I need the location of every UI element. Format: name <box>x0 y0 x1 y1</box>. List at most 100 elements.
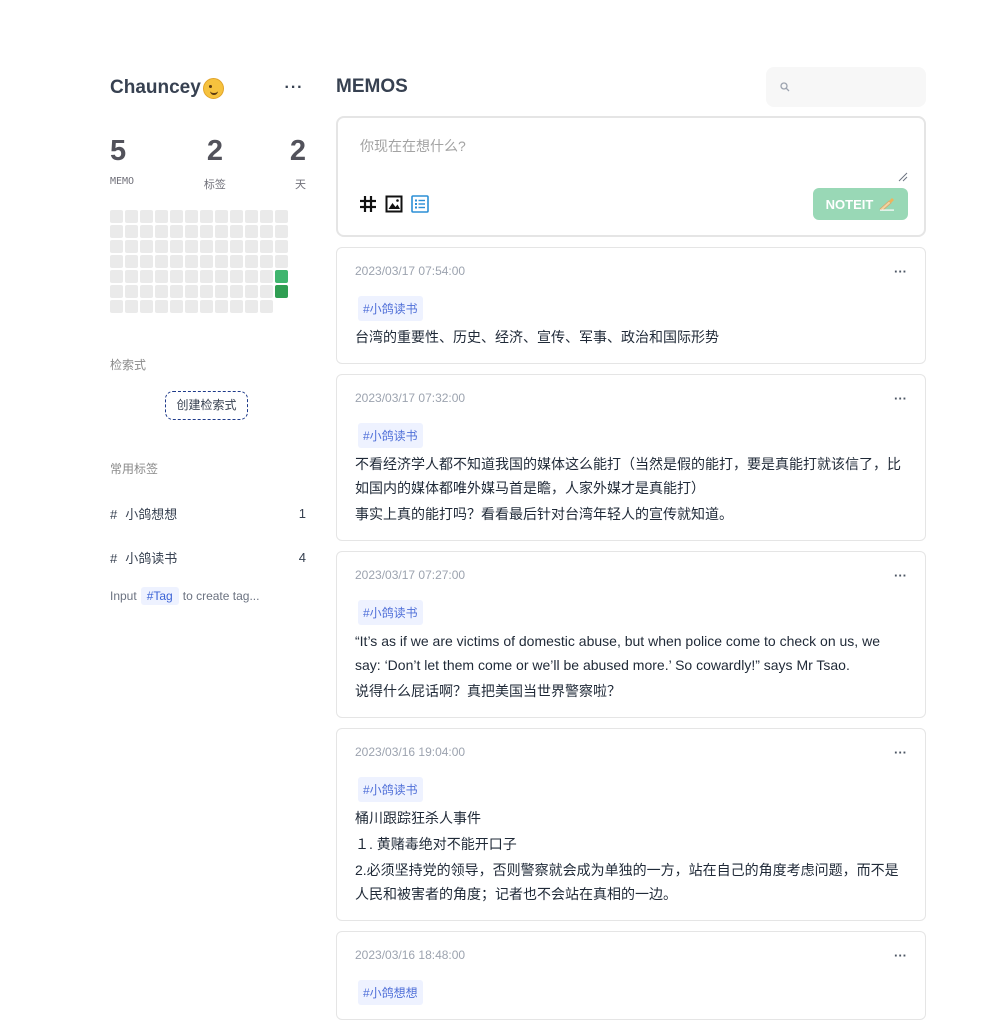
heatmap-cell <box>245 285 258 298</box>
memo-card: 2023/03/17 07:27:00 ··· #小鸽读书 “It’s as if w… <box>336 551 926 718</box>
list-icon <box>411 195 429 213</box>
heatmap-cell <box>275 255 288 268</box>
heatmap-cell <box>245 240 258 253</box>
heatmap-cell <box>110 210 123 223</box>
heatmap-cell <box>275 225 288 238</box>
tag-label: 小鸽想想 <box>125 506 178 522</box>
memo-text-line: 台湾的重要性、历史、经济、宣传、军事、政治和国际形势 <box>355 329 719 345</box>
memo-more-button[interactable]: ··· <box>894 568 907 583</box>
wink-emoji-icon <box>202 77 224 99</box>
search-icon <box>780 82 790 92</box>
heatmap-cell <box>155 270 168 283</box>
memo-tag[interactable]: #小鸽读书 <box>358 296 423 321</box>
create-shortcut-button[interactable]: 创建检索式 <box>165 391 248 420</box>
heatmap-cell <box>125 285 138 298</box>
heatmap-cell <box>125 210 138 223</box>
heatmap-cell <box>110 225 123 238</box>
heatmap-cell <box>110 270 123 283</box>
username[interactable]: Chauncey <box>110 77 224 99</box>
memo-tag[interactable]: #小鸽读书 <box>358 423 423 448</box>
tag-count: 4 <box>298 549 306 565</box>
search-input[interactable] <box>796 80 916 94</box>
heatmap-cell <box>200 210 213 223</box>
heatmap-cell <box>185 240 198 253</box>
heatmap-cell <box>170 210 183 223</box>
tag-list: # 小鸽想想 1 # 小鸽读书 4 <box>110 491 306 579</box>
memo-tag[interactable]: #小鸽读书 <box>358 600 423 625</box>
heatmap-cell <box>230 225 243 238</box>
hash-icon: # <box>110 506 118 522</box>
tag-name: # 小鸽想想 <box>110 504 177 523</box>
memo-more-button[interactable]: ··· <box>894 391 907 406</box>
memo-more-button[interactable]: ··· <box>894 264 907 279</box>
tags-title: 常用标签 <box>110 462 159 476</box>
image-tool-button[interactable] <box>384 194 404 214</box>
image-icon <box>385 195 403 213</box>
memo-text-line: 不看经济学人都不知道我国的媒体这么能打（当然是假的能打，要是真能打就该信了，比如… <box>355 456 901 496</box>
main-content: MEMOS 你现在在想什么? NOTEIT 2023/03/17 07:54:0… <box>336 60 926 1020</box>
heatmap-cell <box>110 255 123 268</box>
memo-more-button[interactable]: ··· <box>894 948 907 963</box>
heatmap-cell <box>185 255 198 268</box>
page-title: MEMOS <box>336 76 408 97</box>
heatmap-cell <box>260 285 273 298</box>
memo-input[interactable] <box>360 136 910 182</box>
tag-count: 1 <box>298 505 306 521</box>
tag-hint-chip: #Tag <box>140 587 179 605</box>
heatmap-cell <box>200 270 213 283</box>
heatmap-cell <box>170 225 183 238</box>
heatmap-cell <box>110 240 123 253</box>
heatmap-cell <box>215 285 228 298</box>
memo-text-line: 说得什么屁话啊？真把美国当世界警察啦？ <box>355 683 621 699</box>
memo-header: 2023/03/17 07:54:00 ··· <box>355 262 907 280</box>
main-header: MEMOS <box>336 60 926 114</box>
hash-icon: # <box>110 550 118 566</box>
memo-tag[interactable]: #小鸽读书 <box>358 777 423 802</box>
heatmap-cell <box>110 285 123 298</box>
stat-days-value: 2 <box>289 135 306 167</box>
heatmap-cell <box>245 210 258 223</box>
memo-text-line: １. 黄赌毒绝对不能开口子 <box>355 836 517 852</box>
heatmap-cell <box>155 300 168 313</box>
heatmap-cell <box>200 225 213 238</box>
tag-item-xiaoge-dushu[interactable]: # 小鸽读书 4 <box>110 535 306 579</box>
tag-item-xiaoge-xiangxiang[interactable]: # 小鸽想想 1 <box>110 491 306 535</box>
heatmap-cell <box>170 270 183 283</box>
stat-tags-value: 2 <box>206 135 223 167</box>
search-box[interactable] <box>766 67 926 107</box>
heatmap-cell <box>170 240 183 253</box>
heatmap-cell <box>125 255 138 268</box>
user-more-button[interactable]: ··· <box>282 79 306 97</box>
resize-handle-icon[interactable] <box>898 172 908 182</box>
heatmap-cell <box>200 255 213 268</box>
hash-tool-button[interactable] <box>358 194 378 214</box>
heatmap-cell <box>155 255 168 268</box>
stat-tags-label: 标签 <box>203 179 226 191</box>
memo-tag[interactable]: #小鸽想想 <box>358 980 423 1005</box>
heatmap-cell <box>125 300 138 313</box>
heatmap-cell <box>185 225 198 238</box>
heatmap-cell <box>230 270 243 283</box>
heatmap-cell <box>200 285 213 298</box>
heatmap-cell <box>140 300 153 313</box>
heatmap-cell <box>155 210 168 223</box>
heatmap-cell <box>245 300 258 313</box>
tag-label: 小鸽读书 <box>125 550 178 566</box>
heatmap-cell <box>260 240 273 253</box>
heatmap-cell <box>200 240 213 253</box>
heatmap-cell <box>200 300 213 313</box>
memo-text-line: 桶川跟踪狂杀人事件 <box>355 810 481 826</box>
noteit-button[interactable]: NOTEIT <box>813 188 908 220</box>
memo-text-line: 事实上真的能打吗？看看最后针对台湾年轻人的宣传就知道。 <box>355 506 733 522</box>
heatmap-cell <box>140 285 153 298</box>
shortcuts-title: 检索式 <box>110 358 147 372</box>
heatmap-cell <box>215 210 228 223</box>
stat-memo-value: 5 <box>110 135 127 167</box>
username-text[interactable]: Chauncey <box>110 77 201 99</box>
memo-timestamp: 2023/03/16 18:48:00 <box>355 948 466 962</box>
heatmap-cell <box>275 240 288 253</box>
list-tool-button[interactable] <box>410 194 430 214</box>
memo-more-button[interactable]: ··· <box>894 745 907 760</box>
heatmap-cell <box>125 270 138 283</box>
noteit-label: NOTEIT <box>825 196 874 212</box>
